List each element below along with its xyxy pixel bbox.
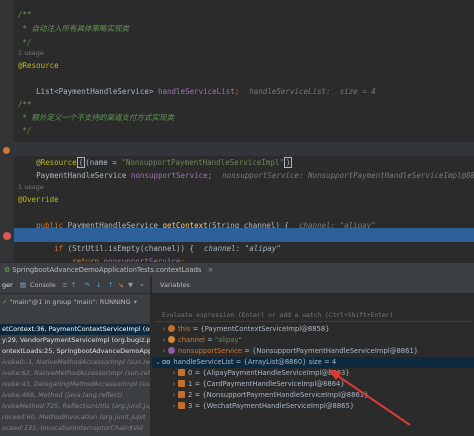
- code-line: * 自动注入所有具体策略实现类: [18, 24, 130, 33]
- object-icon: [168, 325, 175, 332]
- parameter-icon: [168, 336, 175, 343]
- type-token: PaymentHandleService: [36, 171, 131, 180]
- variable-row[interactable]: ⌄oo handleServiceList = {ArrayList@8860} …: [152, 357, 474, 368]
- stack-frame[interactable]: ivoke0:-1, NativeMethodAccessorImpl (sun…: [0, 357, 150, 368]
- variable-row[interactable]: › nonsupportService = {NonsupportPaymentH…: [152, 346, 474, 357]
- menu-icon[interactable]: ≡: [62, 279, 67, 291]
- code-editor[interactable]: /** * 自动注入所有具体策略实现类 */ 1 usage @Resource…: [0, 0, 474, 262]
- thread-selector-value: "main"@1 in group "main": RUNNING: [9, 298, 131, 306]
- list-item-row[interactable]: › 1 = {CardPaymentHandleServiceImpl@8864}: [152, 379, 474, 390]
- expand-arrow-icon[interactable]: ›: [170, 401, 178, 412]
- stack-frame[interactable]: roceed:60, MethodInvocation (org.junit.j…: [0, 412, 150, 423]
- inline-value-hint: channel: "alipay": [204, 244, 281, 253]
- stack-frame[interactable]: oceed:131, InvocationInterceptorChain$Va…: [0, 423, 150, 434]
- variable-value: {NonsupportPaymentHandleServiceImpl@8861…: [202, 391, 369, 399]
- stack-frame[interactable]: ivoke:62, NativeMethodAccessorImpl (sun.…: [0, 368, 150, 379]
- expand-arrow-icon[interactable]: ›: [160, 324, 168, 335]
- force-step-icon[interactable]: ↘: [118, 279, 123, 291]
- injection-marker-icon[interactable]: [3, 147, 10, 154]
- tab-console[interactable]: Console: [30, 279, 56, 291]
- code-line: PaymentHandleService nonsupportService; n…: [18, 155, 474, 180]
- step-out-icon[interactable]: ↑: [108, 279, 113, 291]
- code-line: * 额外定义一个不支持的渠道支付方式实现类: [18, 113, 175, 122]
- code-line: if (StrUtil.isEmpty(channel)) {channel: …: [36, 228, 281, 253]
- code-line: List<PaymentHandleService> handleService…: [18, 71, 376, 96]
- variable-name: handleServiceList: [173, 358, 234, 366]
- breakpoint-icon[interactable]: [3, 232, 11, 240]
- step-into-icon[interactable]: ↓: [96, 279, 101, 291]
- code-line: /**: [18, 10, 32, 19]
- evaluate-expression-input[interactable]: Evaluate expression (Enter) or add a wat…: [156, 310, 472, 322]
- variable-value: {WechatPaymentHandleServiceImpl@8865}: [202, 402, 355, 410]
- variable-value: {ArrayList@8860} size = 4: [243, 358, 337, 366]
- filter-icon[interactable]: ▼: [128, 279, 133, 291]
- variable-value: {CardPaymentHandleServiceImpl@8864}: [202, 380, 345, 388]
- variable-value: {AlipayPaymentHandleServiceImpl@8863}: [202, 369, 350, 377]
- variable-row[interactable]: › channel = "alipay": [152, 335, 474, 346]
- tab-debugger[interactable]: ger: [2, 279, 13, 291]
- debug-session-tab[interactable]: ⚙ SpringbootAdvanceDemoApplicationTests.…: [0, 262, 474, 276]
- chevron-down-icon: ▾: [133, 298, 137, 306]
- chevron-down-icon[interactable]: ⌄: [154, 357, 162, 368]
- semicolon-token: ;: [234, 87, 240, 96]
- variable-name: this: [178, 325, 191, 333]
- console-icon: ▤: [20, 281, 27, 289]
- code-line: public PaymentHandleService getContext(S…: [18, 205, 376, 230]
- array-item-icon: [178, 391, 185, 398]
- watch-glasses-icon: oo: [162, 358, 171, 366]
- inline-value-hint: handleServiceList: size = 4: [249, 87, 376, 96]
- list-item-row[interactable]: › 3 = {WechatPaymentHandleServiceImpl@886…: [152, 401, 474, 412]
- variable-value: "alipay": [214, 336, 242, 344]
- step-over-icon[interactable]: ↷: [84, 279, 89, 291]
- expand-arrow-icon[interactable]: ›: [170, 368, 178, 379]
- semicolon-token: ;: [207, 171, 213, 180]
- array-item-icon: [178, 402, 185, 409]
- step-up-icon[interactable]: ⤒: [72, 279, 75, 291]
- expand-arrow-icon[interactable]: ›: [160, 346, 168, 357]
- array-item-icon: [178, 380, 185, 387]
- code-line: /**: [18, 100, 32, 109]
- field-token: handleServiceList: [157, 87, 235, 96]
- thread-icon: ✓: [2, 298, 10, 306]
- array-item-icon: [178, 369, 185, 376]
- expand-arrow-icon[interactable]: ›: [160, 335, 168, 346]
- editor-gutter[interactable]: [0, 0, 14, 262]
- code-line: @Resource((name = "NonsupportPaymentHand…: [18, 142, 293, 168]
- inline-value-hint: nonsupportService: NonsupportPaymentHand…: [222, 171, 474, 180]
- usage-hint[interactable]: 1 usage: [18, 180, 44, 194]
- variables-title: Variables: [160, 281, 190, 289]
- variables-panel[interactable]: Evaluate expression (Enter) or add a wat…: [152, 294, 474, 436]
- variable-value: {NonsupportPaymentHandleServiceImpl@8861…: [252, 347, 419, 355]
- thread-selector[interactable]: ✓ "main"@1 in group "main": RUNNING ▾: [0, 296, 150, 309]
- stack-frame[interactable]: etContext:36, PaymentContextServiceImpl …: [0, 324, 150, 335]
- variable-row[interactable]: › this = {PaymentContextServiceImpl@8858}: [152, 324, 474, 335]
- variable-name: nonsupportService: [178, 347, 242, 355]
- debug-session-title: SpringbootAdvanceDemoApplicationTests.co…: [12, 266, 202, 274]
- frames-panel[interactable]: ✓ "main"@1 in group "main": RUNNING ▾ etC…: [0, 294, 150, 436]
- stack-frame[interactable]: y:29, VendorPaymentServiceImpl (org.bugi…: [0, 335, 150, 346]
- expand-arrow-icon[interactable]: ›: [170, 390, 178, 401]
- variable-name: channel: [178, 336, 205, 344]
- usage-hint[interactable]: 1 usage: [18, 46, 44, 60]
- stack-frame[interactable]: ivoke:498, Method (java.lang.reflect): [0, 390, 150, 401]
- list-item-row[interactable]: › 2 = {NonsupportPaymentHandleServiceImpl…: [152, 390, 474, 401]
- debug-toolbar: ger ▤ Console ≡ ⤒ ↷ ↓ ↑ ↘ ▼ » Variables: [0, 276, 474, 294]
- close-icon[interactable]: ×: [208, 266, 214, 274]
- more-icon[interactable]: »: [140, 279, 144, 291]
- field-icon: [168, 347, 175, 354]
- code-line: return nonsupportService;: [54, 241, 185, 262]
- stack-frame[interactable]: ontextLoads:25, SpringbootAdvanceDemoApp…: [0, 346, 150, 357]
- type-token: List<PaymentHandleService>: [36, 87, 158, 96]
- list-item-row[interactable]: › 0 = {AlipayPaymentHandleServiceImpl@886…: [152, 368, 474, 379]
- variable-value: {PaymentContextServiceImpl@8858}: [200, 325, 330, 333]
- code-line: */: [18, 126, 32, 135]
- expand-arrow-icon[interactable]: ›: [170, 379, 178, 390]
- field-token: nonsupportService: [130, 171, 208, 180]
- stack-frame[interactable]: ivokeMethod:725, ReflectionUtils (org.ju…: [0, 401, 150, 412]
- stack-frame[interactable]: ivoke:43, DelegatingMethodAccessorImpl (…: [0, 379, 150, 390]
